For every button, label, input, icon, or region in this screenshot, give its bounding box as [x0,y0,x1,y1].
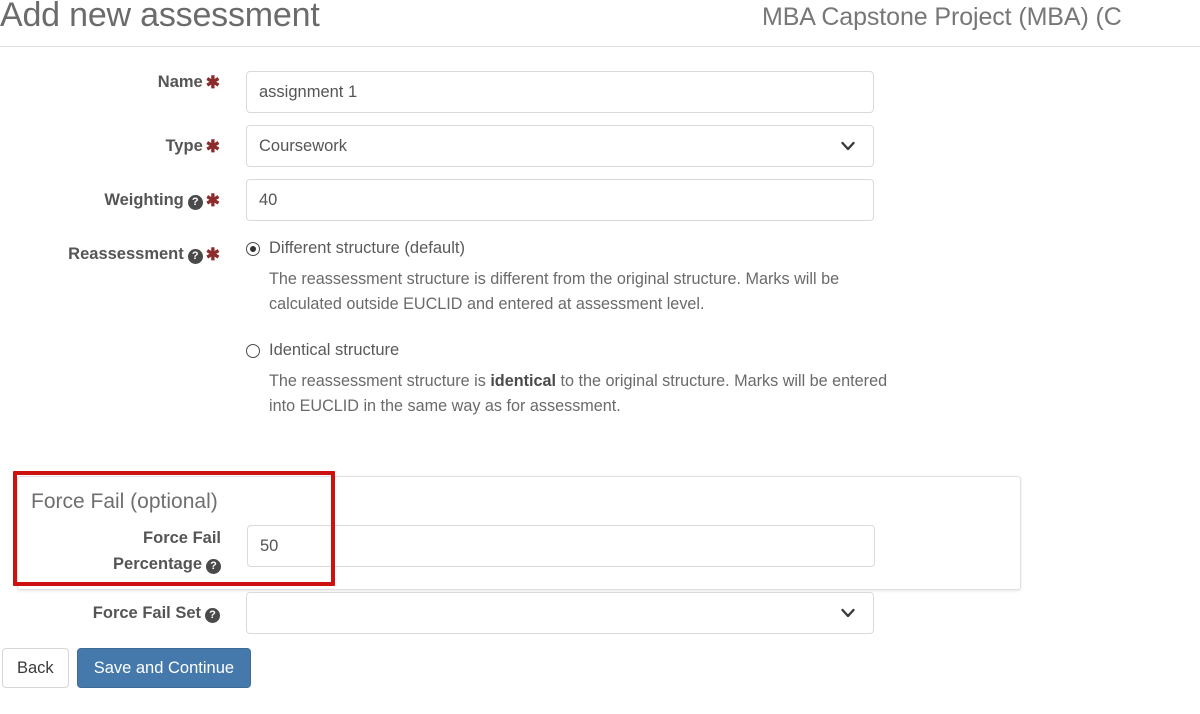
page-root: Add new assessment MBA Capstone Project … [0,0,1200,714]
field-type [232,125,1200,167]
save-and-continue-button[interactable]: Save and Continue [77,648,251,688]
force-fail-panel: Force Fail (optional) Force Fail Percent… [17,476,1021,590]
label-name-text: Name [158,73,203,91]
required-asterisk-icon: ✱ [206,191,220,210]
form-row-weighting: Weighting?✱ [0,179,1200,221]
page-title: Add new assessment [0,0,320,35]
field-name [232,71,1200,113]
reassessment-radio-group: Different structure (default) The reasse… [232,235,1200,419]
required-asterisk-icon: ✱ [206,73,220,92]
course-context-title: MBA Capstone Project (MBA) (C [762,3,1122,32]
label-name: Name✱ [0,71,232,94]
radio-mark-selected-icon[interactable] [246,242,260,256]
label-weighting-text: Weighting [104,191,183,209]
label-weighting: Weighting?✱ [0,179,232,212]
form-button-bar: Back Save and Continue [2,648,251,688]
radio-label-different-structure: Different structure (default) [269,237,465,259]
force-fail-legend: Force Fail (optional) [18,487,1020,517]
label-force-fail-set: Force Fail Set? [0,592,232,624]
radio-desc-different-structure: The reassessment structure is different … [269,267,869,317]
help-icon[interactable]: ? [206,559,221,574]
radio-mark-unselected-icon[interactable] [246,344,260,358]
radio-option-identical-structure[interactable]: Identical structure [246,339,1200,361]
help-icon[interactable]: ? [188,195,203,210]
form-row-name: Name✱ [0,71,1200,113]
radio-option-different-structure[interactable]: Different structure (default) [246,237,1200,259]
label-reassessment-text: Reassessment [68,245,184,263]
type-select-wrap [246,125,874,167]
label-force-fail-set-text: Force Fail Set [93,604,201,622]
label-reassessment: Reassessment?✱ [0,235,232,266]
assessment-form: Name✱ Type✱ Weighting?✱ [0,47,1200,419]
required-asterisk-icon: ✱ [206,245,220,264]
form-row-reassessment: Reassessment?✱ Different structure (defa… [0,235,1200,419]
label-force-fail-percentage-line2-text: Percentage [113,555,202,573]
label-force-fail-percentage-line2: Percentage? [18,551,221,577]
label-force-fail-percentage: Force Fail Percentage? [18,525,233,577]
label-type: Type✱ [0,125,232,158]
page-header: Add new assessment MBA Capstone Project … [0,0,1200,47]
help-icon[interactable]: ? [188,249,203,264]
field-force-fail-percentage [233,525,1020,567]
label-force-fail-percentage-line1: Force Fail [18,525,221,551]
radio-desc-identical-before: The reassessment structure is [269,372,490,390]
force-fail-percentage-input[interactable] [247,525,875,567]
radio-label-identical-structure: Identical structure [269,339,399,361]
radio-desc-identical-bold: identical [490,372,556,390]
name-input[interactable] [246,71,874,113]
help-icon[interactable]: ? [205,608,220,623]
force-fail-set-select[interactable] [246,592,874,634]
radio-desc-different-text: The reassessment structure is different … [269,270,839,313]
force-fail-set-select-wrap [246,592,874,634]
field-force-fail-set [232,592,1200,634]
required-asterisk-icon: ✱ [206,137,220,156]
form-row-force-fail-percentage: Force Fail Percentage? [18,525,1020,577]
field-weighting [232,179,1200,221]
back-button[interactable]: Back [2,648,69,688]
label-type-text: Type [165,137,202,155]
weighting-input[interactable] [246,179,874,221]
type-select[interactable] [246,125,874,167]
form-row-force-fail-set: Force Fail Set? [0,592,1200,634]
form-row-type: Type✱ [0,125,1200,167]
radio-desc-identical-structure: The reassessment structure is identical … [269,369,894,419]
